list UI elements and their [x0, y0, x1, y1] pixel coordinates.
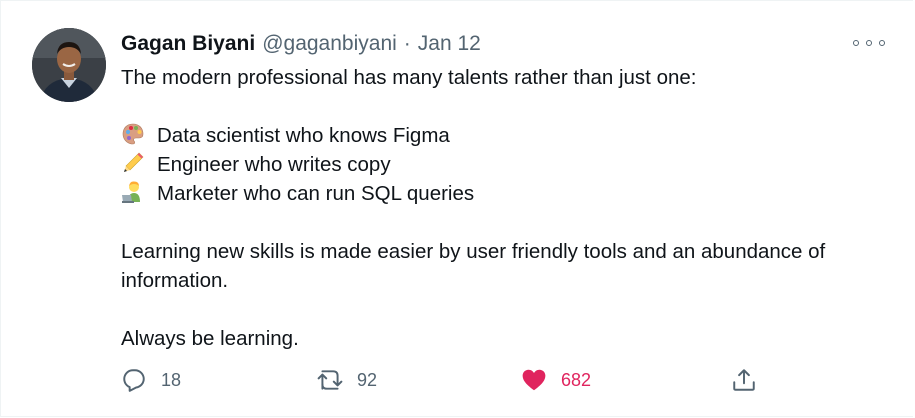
more-dot: [853, 40, 859, 46]
tweet-actions: 18 92 682: [121, 365, 771, 395]
retweet-icon: [317, 370, 343, 390]
more-dot: [879, 40, 885, 46]
tweet-text: The modern professional has many talents…: [121, 63, 901, 353]
share-button[interactable]: [731, 365, 757, 395]
like-button[interactable]: 682: [521, 365, 591, 395]
tweet-line: Engineer who writes copy: [121, 150, 901, 179]
tweet-date[interactable]: Jan 12: [418, 32, 481, 56]
tweet-header: Gagan Biyani @gaganbiyani · Jan 12: [121, 31, 481, 57]
reply-count: 18: [161, 369, 182, 390]
author-handle[interactable]: @gaganbiyani: [262, 32, 397, 56]
more-dot: [866, 40, 872, 46]
tweet-card[interactable]: Gagan Biyani @gaganbiyani · Jan 12 The m…: [0, 0, 913, 417]
tweet-line: information.: [121, 269, 229, 292]
like-count: 682: [561, 369, 592, 390]
tweet-line: Always be learning.: [121, 327, 299, 350]
share-icon: [733, 369, 755, 391]
author-name[interactable]: Gagan Biyani: [121, 32, 255, 56]
separator-dot: ·: [403, 32, 411, 55]
reply-icon: [123, 369, 145, 392]
tweet-line-text: Marketer who can run SQL queries: [157, 182, 475, 205]
artist-palette-icon: [121, 122, 145, 146]
heart-icon: [522, 369, 546, 391]
tweet-line: The modern professional has many talents…: [121, 66, 697, 89]
tweet-line: Learning new skills is made easier by us…: [121, 240, 826, 263]
retweet-count: 92: [357, 369, 378, 390]
retweet-button[interactable]: 92: [317, 365, 377, 395]
reply-button[interactable]: 18: [121, 365, 181, 395]
tweet-line-text: Engineer who writes copy: [157, 153, 391, 176]
tweet-line: Marketer who can run SQL queries: [121, 179, 901, 208]
tweet-line: Data scientist who knows Figma: [121, 121, 901, 150]
technologist-icon: [121, 180, 145, 204]
avatar[interactable]: [32, 28, 106, 102]
more-options-icon[interactable]: [853, 33, 885, 53]
tweet-line-text: Data scientist who knows Figma: [157, 124, 450, 147]
pencil-icon: [121, 151, 145, 175]
